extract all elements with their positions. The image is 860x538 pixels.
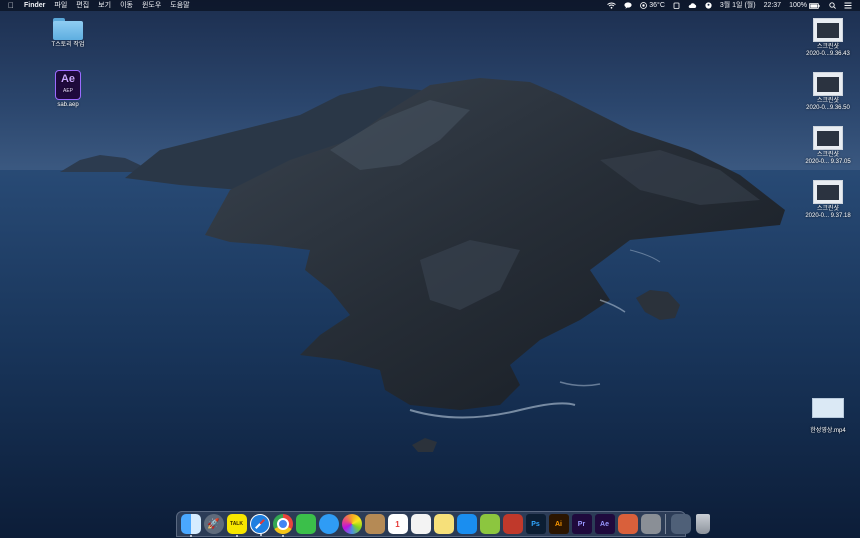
dock-notes-icon[interactable]: [433, 514, 454, 534]
dock-finder-icon[interactable]: [180, 514, 201, 537]
desktop-file-sab-aep[interactable]: Ae AEP sab.aep: [38, 70, 98, 109]
dock: 🚀 TALK 1 Ps Ai Pr Ae: [176, 511, 710, 537]
desktop-screenshot-1[interactable]: 스크린샷 2020-0...9.36.43: [798, 18, 858, 58]
apple-icon[interactable]: : [8, 0, 14, 11]
menu-bar-left:  Finder 파일 편집 보기 이동 윈도우 도움말: [0, 0, 199, 11]
dock-premiere-icon[interactable]: Pr: [571, 514, 592, 534]
dock-separator: [665, 514, 666, 534]
dock-downloads-stack-icon[interactable]: [670, 514, 691, 534]
desktop-wallpaper: [0, 0, 860, 538]
menu-file[interactable]: 파일: [54, 0, 67, 11]
menu-go[interactable]: 이동: [120, 0, 133, 11]
ae-badge: Ae: [60, 72, 76, 85]
screenshot-thumbnail-icon: [813, 72, 843, 96]
spotlight-search-icon[interactable]: [829, 2, 836, 9]
desktop-icon-label: T스토리 작업: [51, 42, 85, 48]
dock-recorder-icon[interactable]: [502, 514, 523, 534]
menu-window[interactable]: 윈도우: [142, 0, 161, 11]
screenshot-thumbnail-icon: [813, 180, 843, 204]
desktop-folder-tstory[interactable]: T스토리 작업: [38, 18, 98, 49]
control-list-icon[interactable]: [844, 2, 852, 9]
desktop-icon-label: 2020-0... 9.37.05: [805, 159, 851, 165]
desktop-icon-label: 2020-0... 9.37.18: [805, 213, 851, 219]
wifi-icon[interactable]: [607, 2, 617, 9]
screenshot-thumbnail-icon: [813, 18, 843, 42]
user-icon[interactable]: [705, 2, 712, 9]
dock-kakaotalk-icon[interactable]: TALK: [226, 514, 247, 537]
temperature-reading: 36°C: [649, 2, 665, 9]
desktop-video-file[interactable]: 한성영상.mp4: [798, 398, 858, 435]
after-effects-project-icon: Ae AEP: [55, 70, 81, 100]
desktop-icon-label: 2020-0...9.36.43: [806, 51, 850, 57]
menu-time[interactable]: 22:37: [764, 0, 782, 11]
desktop-icon-label: 2020-0...9.36.50: [806, 105, 850, 111]
dock-app-store-icon[interactable]: [456, 514, 477, 534]
desktop-screenshot-4[interactable]: 스크린샷 2020-0... 9.37.18: [798, 180, 858, 220]
dock-fruit-app-icon[interactable]: [617, 514, 638, 534]
messenger-icon[interactable]: [624, 2, 632, 9]
desktop-screenshot-3[interactable]: 스크린샷 2020-0... 9.37.05: [798, 126, 858, 166]
dock-safari-icon[interactable]: [249, 514, 270, 536]
clipboard-icon[interactable]: [673, 2, 680, 9]
dock-launchpad-icon[interactable]: 🚀: [203, 514, 224, 534]
desktop-screenshot-2[interactable]: 스크린샷 2020-0...9.36.50: [798, 72, 858, 112]
dock-calendar-icon[interactable]: 1: [387, 514, 408, 534]
ae-extension: AEP: [62, 87, 73, 94]
dock-chrome-icon[interactable]: [272, 514, 293, 537]
desktop-icon-label: sab.aep: [57, 102, 79, 108]
dock-photoshop-icon[interactable]: Ps: [525, 514, 546, 534]
desktop-icon-title: 스크린샷: [816, 152, 840, 158]
menu-date[interactable]: 3월 1일 (월): [720, 0, 756, 11]
video-file-icon: [812, 398, 844, 418]
desktop-icon-label: 한성영상.mp4: [810, 428, 846, 434]
menu-bar:  Finder 파일 편집 보기 이동 윈도우 도움말 36°C 3월 1일 …: [0, 0, 860, 11]
dock-facetime-icon[interactable]: [295, 514, 316, 534]
menu-help[interactable]: 도움말: [170, 0, 189, 11]
menu-view[interactable]: 보기: [98, 0, 111, 11]
dock-photos-icon[interactable]: [341, 514, 362, 534]
folder-icon: [53, 18, 83, 40]
temperature-icon[interactable]: 36°C: [640, 0, 665, 11]
battery-icon[interactable]: [809, 2, 820, 9]
menu-app-name[interactable]: Finder: [24, 0, 45, 11]
desktop-icon-title: 스크린샷: [816, 206, 840, 212]
desktop-icon-title: 스크린샷: [816, 98, 840, 104]
menu-edit[interactable]: 편집: [76, 0, 89, 11]
dock-contacts-icon[interactable]: [364, 514, 385, 534]
dock-messages-icon[interactable]: [318, 514, 339, 534]
dock-download-app-icon[interactable]: [479, 514, 500, 534]
dock-system-preferences-icon[interactable]: [640, 514, 661, 534]
screenshot-thumbnail-icon: [813, 126, 843, 150]
dock-reminders-icon[interactable]: [410, 514, 431, 534]
menu-bar-status: 36°C 3월 1일 (월) 22:37 100%: [599, 0, 860, 11]
dock-after-effects-icon[interactable]: Ae: [594, 514, 615, 534]
desktop-icon-title: 스크린샷: [816, 44, 840, 50]
dock-trash-icon[interactable]: [696, 514, 710, 534]
dock-illustrator-icon[interactable]: Ai: [548, 514, 569, 534]
cloud-icon[interactable]: [688, 2, 697, 9]
battery-percent[interactable]: 100%: [789, 0, 807, 11]
